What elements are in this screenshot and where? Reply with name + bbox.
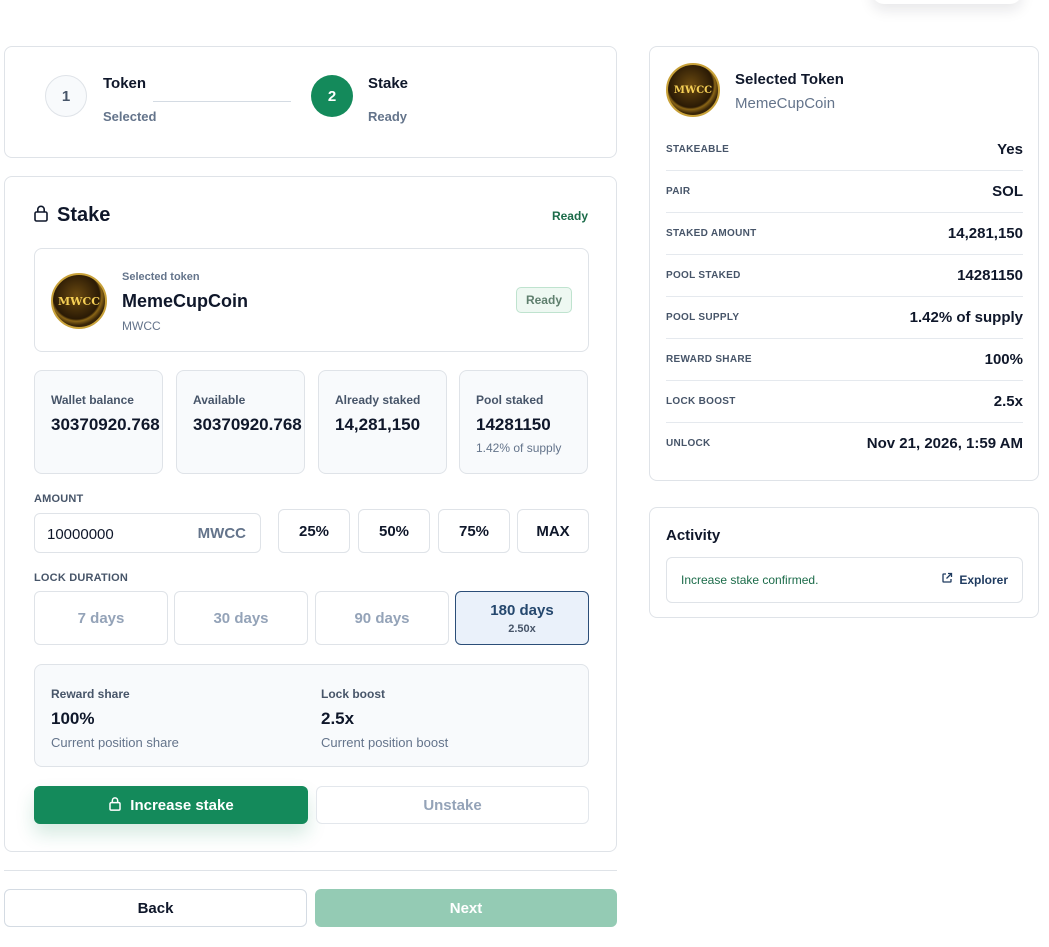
step-1-status: Selected bbox=[103, 109, 157, 124]
amount-25-button[interactable]: 25% bbox=[278, 509, 350, 553]
explorer-link[interactable]: Explorer bbox=[941, 572, 1008, 587]
row-value: 14,281,150 bbox=[947, 225, 1023, 242]
reward-share-sub: Current position share bbox=[51, 735, 179, 750]
stat-value: 14281150 bbox=[476, 415, 551, 434]
step-1-title: Token bbox=[103, 75, 147, 92]
selected-token-title: Selected Token bbox=[735, 71, 844, 88]
increase-stake-button[interactable]: Increase stake bbox=[34, 786, 308, 824]
stat-label: Wallet balance bbox=[51, 393, 134, 407]
selected-token-box: MWCC Selected token MemeCupCoin MWCC Rea… bbox=[34, 248, 589, 352]
header-dropdown-shadow bbox=[872, 0, 1022, 4]
lock-30-days-button[interactable]: 30 days bbox=[174, 591, 308, 645]
token-symbol: MWCC bbox=[122, 319, 161, 333]
row-value: SOL bbox=[992, 183, 1023, 200]
row-value: Nov 21, 2026, 1:59 AM bbox=[866, 435, 1023, 452]
footer-divider bbox=[4, 870, 617, 871]
back-button[interactable]: Back bbox=[4, 889, 307, 927]
token-logo: MWCC bbox=[666, 63, 720, 117]
stat-pool-staked: Pool staked 14281150 1.42% of supply bbox=[459, 370, 588, 474]
row-label: LOCK BOOST bbox=[666, 396, 736, 407]
token-logo: MWCC bbox=[51, 273, 107, 329]
row-label: PAIR bbox=[666, 186, 691, 197]
token-name: MemeCupCoin bbox=[122, 291, 248, 311]
row-value: 100% bbox=[984, 351, 1023, 368]
stake-title: Stake bbox=[57, 204, 111, 226]
step-connector bbox=[153, 101, 291, 102]
amount-max-button[interactable]: MAX bbox=[517, 509, 589, 553]
activity-title: Activity bbox=[666, 527, 721, 544]
stat-value: 30370920.768 bbox=[193, 415, 302, 434]
row-label: POOL STAKED bbox=[666, 270, 741, 281]
activity-card: Activity Increase stake confirmed. Explo… bbox=[649, 507, 1039, 618]
selected-token-card: MWCC Selected Token MemeCupCoin STAKEABL… bbox=[649, 46, 1039, 481]
stat-label: Pool staked bbox=[476, 393, 544, 407]
stat-wallet-balance: Wallet balance 30370920.768 bbox=[34, 370, 163, 474]
lock-boost-value: 2.5x bbox=[321, 709, 355, 728]
row-label: UNLOCK bbox=[666, 438, 711, 449]
stakeable-row: STAKEABLE Yes bbox=[666, 129, 1023, 171]
lock-boost-multiplier: 2.50x bbox=[508, 622, 536, 635]
explorer-label: Explorer bbox=[959, 572, 1008, 587]
stat-already-staked: Already staked 14,281,150 bbox=[318, 370, 447, 474]
stat-label: Already staked bbox=[335, 393, 421, 407]
amount-input[interactable]: 10000000 MWCC bbox=[34, 513, 261, 553]
reward-share-row: REWARD SHARE 100% bbox=[666, 339, 1023, 381]
amount-value[interactable]: 10000000 bbox=[47, 526, 114, 543]
stat-label: Available bbox=[193, 393, 246, 407]
row-label: STAKEABLE bbox=[666, 144, 730, 155]
staked-amount-row: STAKED AMOUNT 14,281,150 bbox=[666, 213, 1023, 255]
activity-message: Increase stake confirmed. bbox=[681, 573, 819, 587]
stake-card: Stake Ready MWCC Selected token MemeCupC… bbox=[4, 176, 617, 852]
amount-unit: MWCC bbox=[197, 525, 246, 542]
amount-75-button[interactable]: 75% bbox=[438, 509, 510, 553]
row-value: 14281150 bbox=[957, 267, 1023, 284]
lock-duration-label: LOCK DURATION bbox=[34, 572, 129, 584]
row-label: POOL SUPPLY bbox=[666, 312, 740, 323]
external-link-icon bbox=[941, 572, 953, 587]
stat-value: 14,281,150 bbox=[335, 415, 421, 434]
ready-badge: Ready bbox=[515, 287, 572, 313]
lock-icon bbox=[108, 796, 122, 815]
pool-supply-row: POOL SUPPLY 1.42% of supply bbox=[666, 297, 1023, 339]
pair-row: PAIR SOL bbox=[666, 171, 1023, 213]
selected-token-name: MemeCupCoin bbox=[735, 95, 836, 112]
row-value: 2.5x bbox=[993, 393, 1023, 410]
unstake-button[interactable]: Unstake bbox=[316, 786, 589, 824]
increase-stake-label: Increase stake bbox=[130, 796, 234, 814]
position-summary: Reward share 100% Current position share… bbox=[34, 664, 589, 767]
reward-share-value: 100% bbox=[51, 709, 95, 728]
row-label: REWARD SHARE bbox=[666, 354, 752, 365]
selected-token-label: Selected token bbox=[122, 271, 200, 283]
row-value: 1.42% of supply bbox=[909, 309, 1023, 326]
stake-status: Ready bbox=[551, 209, 588, 223]
unlock-row: UNLOCK Nov 21, 2026, 1:59 AM bbox=[666, 423, 1023, 465]
step-2-title: Stake bbox=[368, 75, 409, 92]
step-2-circle[interactable]: 2 bbox=[311, 75, 353, 117]
stat-value: 30370920.768 bbox=[51, 415, 160, 434]
next-button[interactable]: Next bbox=[315, 889, 617, 927]
row-value: Yes bbox=[997, 141, 1023, 158]
lock-boost-sub: Current position boost bbox=[321, 735, 449, 750]
stake-header: Stake bbox=[33, 204, 110, 227]
amount-50-button[interactable]: 50% bbox=[358, 509, 430, 553]
row-label: STAKED AMOUNT bbox=[666, 228, 757, 239]
step-1-circle[interactable]: 1 bbox=[45, 75, 87, 117]
lock-boost-label: Lock boost bbox=[321, 687, 386, 701]
activity-item: Increase stake confirmed. Explorer bbox=[666, 557, 1023, 603]
stepper-card: 1 Token Selected 2 Stake Ready bbox=[4, 46, 617, 158]
stat-available: Available 30370920.768 bbox=[176, 370, 305, 474]
lock-icon bbox=[33, 204, 49, 227]
lock-90-days-button[interactable]: 90 days bbox=[315, 591, 449, 645]
lock-180-days-button[interactable]: 180 days 2.50x bbox=[455, 591, 589, 645]
amount-label: AMOUNT bbox=[34, 493, 84, 505]
step-2-status: Ready bbox=[368, 109, 408, 124]
lock-boost-row: LOCK BOOST 2.5x bbox=[666, 381, 1023, 423]
reward-share-label: Reward share bbox=[51, 687, 130, 701]
lock-7-days-button[interactable]: 7 days bbox=[34, 591, 168, 645]
pool-staked-row: POOL STAKED 14281150 bbox=[666, 255, 1023, 297]
stat-sub: 1.42% of supply bbox=[476, 441, 562, 455]
